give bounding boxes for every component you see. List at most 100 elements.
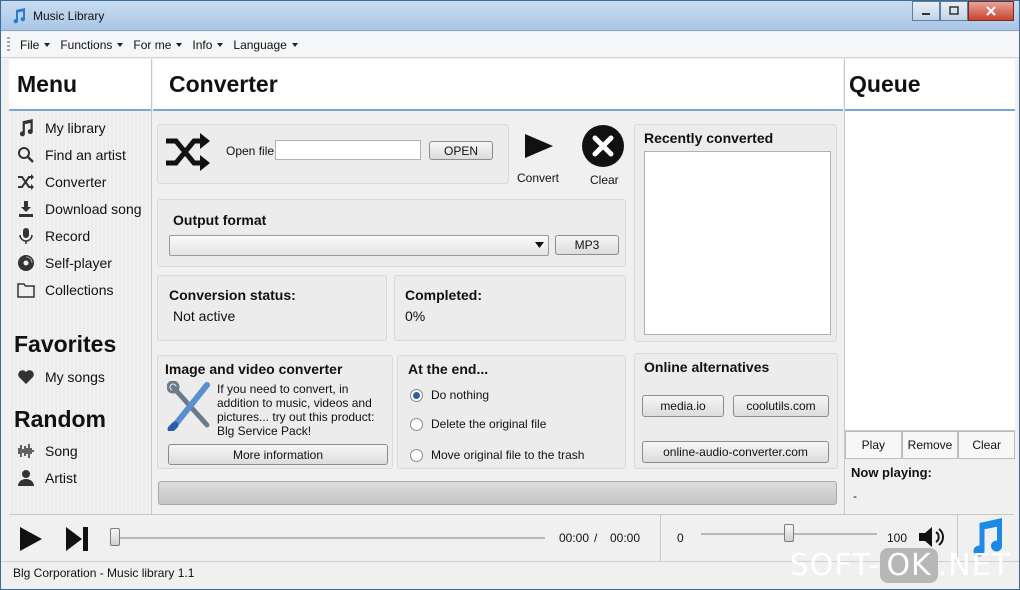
sidebar-title: Menu <box>17 71 78 97</box>
close-button[interactable] <box>968 1 1014 21</box>
now-playing-label: Now playing: <box>851 465 932 480</box>
now-playing-value: - <box>853 489 857 503</box>
app-window: Music Library File Functions For me Info… <box>0 0 1020 590</box>
time-separator: / <box>594 531 598 545</box>
recently-converted-list[interactable] <box>644 151 831 335</box>
sidebar-item-song[interactable]: Song <box>15 437 78 464</box>
sidebar-item-label: Converter <box>45 173 107 190</box>
seek-slider-thumb[interactable] <box>110 528 120 546</box>
watermark-ok: OK <box>880 548 938 583</box>
online-alternatives-title: Online alternatives <box>644 359 770 375</box>
shuffle-icon <box>166 133 210 171</box>
queue-list[interactable] <box>845 111 1015 431</box>
play-icon[interactable] <box>19 526 43 552</box>
music-note-icon <box>15 118 37 138</box>
radio-label: Do nothing <box>431 388 490 402</box>
open-file-input[interactable] <box>275 140 421 160</box>
maximize-icon <box>949 6 959 15</box>
online-audio-converter-button[interactable]: online-audio-converter.com <box>642 441 829 463</box>
sidebar-item-converter[interactable]: Converter <box>15 168 142 195</box>
more-information-button[interactable]: More information <box>168 444 388 465</box>
menu-info[interactable]: Info <box>187 38 228 52</box>
disc-icon <box>15 253 37 273</box>
sidebar-item-artist[interactable]: Artist <box>15 464 78 491</box>
sidebar-item-collections[interactable]: Collections <box>15 276 142 303</box>
minimize-button[interactable] <box>912 1 940 21</box>
volume-slider-thumb[interactable] <box>784 524 794 542</box>
coolutils-button[interactable]: coolutils.com <box>733 395 829 417</box>
radio-delete-original[interactable]: Delete the original file <box>410 417 546 431</box>
time-total: 00:00 <box>610 531 641 545</box>
queue-clear-button[interactable]: Clear <box>958 431 1016 459</box>
watermark-left: SOFT- <box>789 548 881 583</box>
sidebar-item-find-artist[interactable]: Find an artist <box>15 141 142 168</box>
image-video-text: If you need to convert, in addition to m… <box>217 382 375 438</box>
menu-functions[interactable]: Functions <box>55 38 128 52</box>
convert-label: Convert <box>517 171 560 185</box>
maximize-button[interactable] <box>940 1 968 21</box>
volume-icon[interactable] <box>917 524 947 550</box>
sidebar-item-my-library[interactable]: My library <box>15 114 142 141</box>
radio-label: Move original file to the trash <box>431 448 585 462</box>
sidebar-item-label: Self-player <box>45 254 112 271</box>
radio-unselected-icon <box>410 417 423 431</box>
menu-language[interactable]: Language <box>228 38 302 52</box>
menu-grip <box>7 37 10 53</box>
convert-button[interactable]: Convert <box>513 127 563 187</box>
output-format-label: Output format <box>173 212 267 228</box>
menu-for-me[interactable]: For me <box>128 38 187 52</box>
shuffle-icon <box>15 172 37 192</box>
caret-down-icon <box>44 43 51 47</box>
menu-file[interactable]: File <box>15 38 55 52</box>
menu-file-label: File <box>20 38 40 52</box>
queue-remove-button[interactable]: Remove <box>901 431 959 459</box>
random-list: Song Artist <box>15 437 78 491</box>
volume-max: 100 <box>887 531 908 545</box>
heart-icon <box>15 367 37 387</box>
open-button[interactable]: OPEN <box>429 141 493 160</box>
conversion-status-value: Not active <box>173 308 236 324</box>
seek-track[interactable] <box>115 537 545 539</box>
radio-move-to-trash[interactable]: Move original file to the trash <box>410 448 584 462</box>
radio-label: Delete the original file <box>431 417 547 431</box>
conversion-progress-bar <box>158 481 837 505</box>
at-the-end-title: At the end... <box>408 361 489 377</box>
sidebar-item-label: My songs <box>45 368 105 385</box>
folder-icon <box>15 280 37 300</box>
sidebar-item-label: Artist <box>45 469 77 486</box>
clear-button[interactable]: Clear <box>578 125 628 187</box>
radio-do-nothing[interactable]: Do nothing <box>410 388 489 402</box>
image-video-group: Image and video converter If you need to… <box>157 355 393 469</box>
sidebar-item-download-song[interactable]: Download song <box>15 195 142 222</box>
download-icon <box>15 199 37 219</box>
mp3-button[interactable]: MP3 <box>555 235 619 255</box>
time-current: 00:00 <box>559 531 590 545</box>
queue-play-button[interactable]: Play <box>845 431 902 459</box>
sidebar-item-self-player[interactable]: Self-player <box>15 249 142 276</box>
microphone-icon <box>15 226 37 246</box>
window-controls <box>912 1 1014 21</box>
sidebar-item-record[interactable]: Record <box>15 222 142 249</box>
close-circle-icon <box>582 125 624 167</box>
menu-info-label: Info <box>192 38 213 52</box>
watermark: SOFT- OK .NET <box>790 548 1011 583</box>
radio-selected-icon <box>410 388 423 402</box>
favorites-heading: Favorites <box>14 331 117 357</box>
next-track-icon[interactable] <box>65 526 89 552</box>
sidebar-item-my-songs[interactable]: My songs <box>15 363 105 390</box>
sidebar-item-label: Download song <box>45 200 142 217</box>
converter-panel: Converter Open file OPEN Convert Clear O… <box>153 59 843 514</box>
caret-down-icon <box>217 43 224 47</box>
sidebar-header: Menu <box>9 59 151 111</box>
media-io-button[interactable]: media.io <box>642 395 724 417</box>
window-title: Music Library <box>33 9 105 23</box>
sidebar: Menu My library Find an artist Converter… <box>9 59 152 514</box>
output-format-select[interactable] <box>169 235 549 256</box>
title-bar[interactable]: Music Library <box>1 1 1019 31</box>
waveform-icon <box>15 441 37 461</box>
favorites-list: My songs <box>15 363 105 390</box>
queue-panel: Queue Play Remove Clear Now playing: - <box>844 59 1016 514</box>
menu-for-me-label: For me <box>133 38 172 52</box>
queue-buttons: Play Remove Clear <box>845 431 1016 459</box>
conversion-status-label: Conversion status: <box>169 287 296 303</box>
